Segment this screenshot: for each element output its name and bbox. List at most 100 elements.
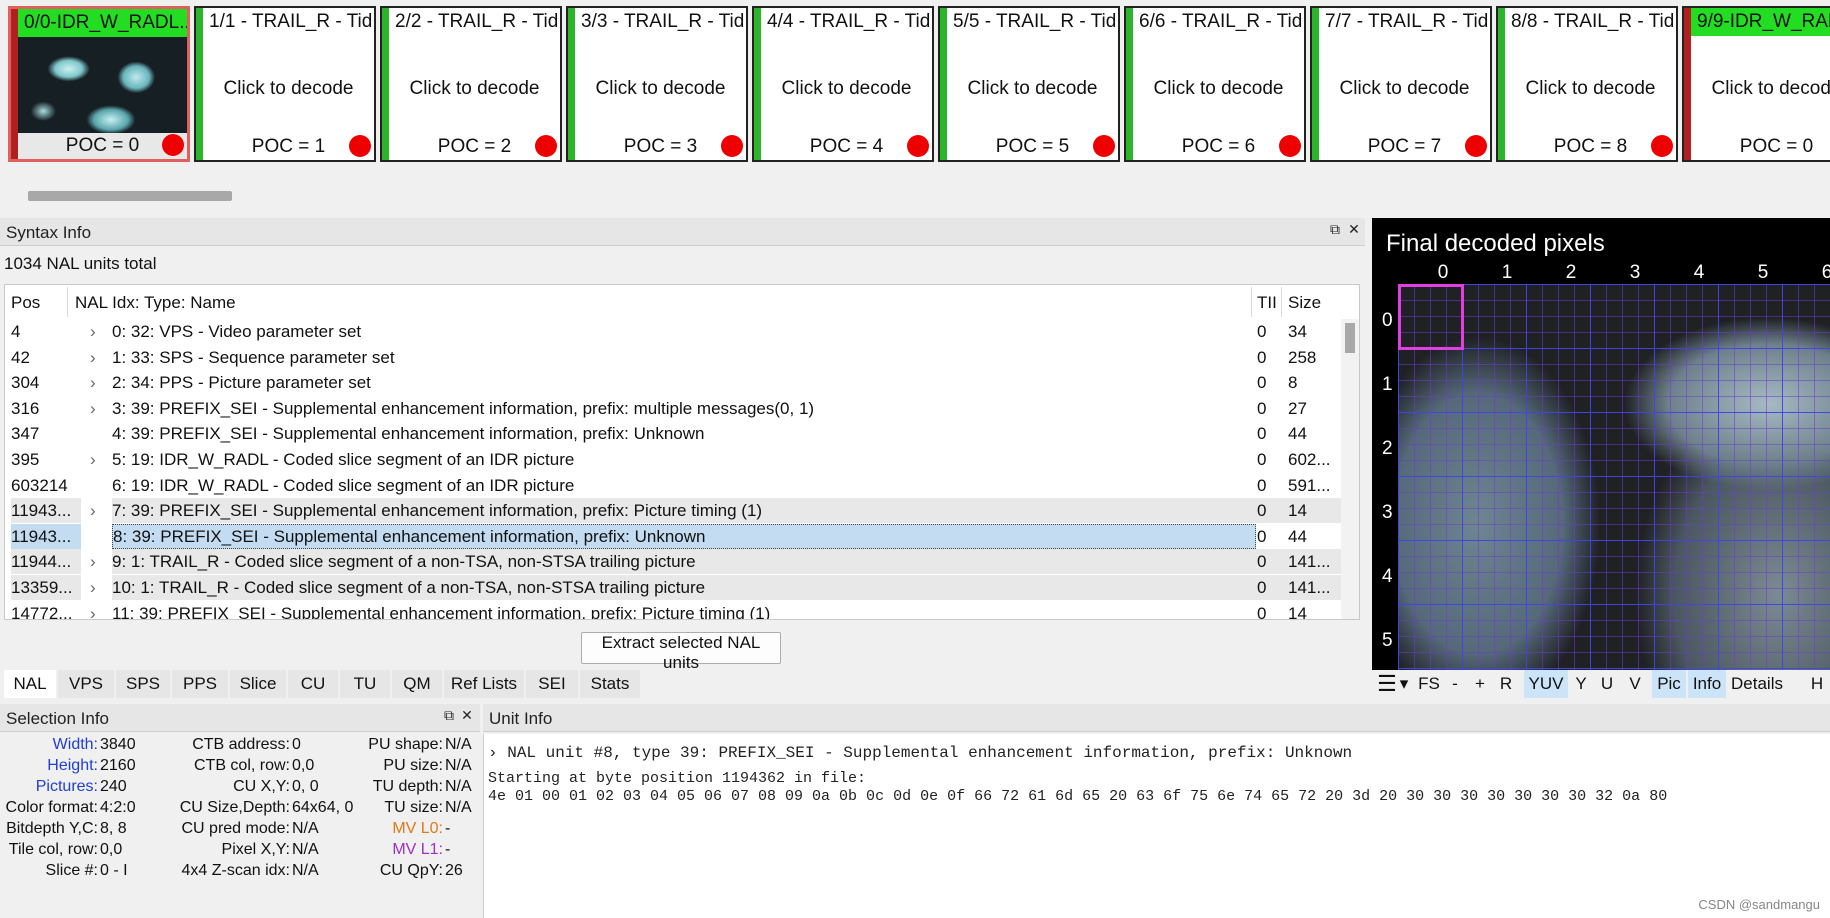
table-row[interactable]: 14772... › 11: 39: PREFIX_SEI - Supplement…	[5, 601, 1341, 619]
table-row[interactable]: 4 › 0: 32: VPS - Video parameter set 0 34	[5, 319, 1341, 344]
zoom-in-button[interactable]: +	[1472, 670, 1488, 698]
table-row[interactable]: 347 4: 39: PREFIX_SEI - Supplemental enha…	[5, 421, 1341, 446]
table-row[interactable]: 395 › 5: 19: IDR_W_RADL - Coded slice segm…	[5, 447, 1341, 472]
tab-slice[interactable]: Slice	[230, 670, 286, 698]
cell-size: 14	[1288, 603, 1307, 620]
picture-thumbnail[interactable]: 0/0-IDR_W_RADL... POC = 0	[8, 6, 190, 162]
table-header: Pos NAL Idx: Type: Name TII Size	[5, 285, 1359, 319]
strip-horizontal-scrollbar[interactable]	[0, 184, 1830, 208]
h-toggle[interactable]: H	[1810, 670, 1824, 698]
field-label: CTB col, row:	[193, 757, 290, 774]
scrollbar-thumb[interactable]	[28, 191, 232, 201]
picture-thumbnail[interactable]: 9/9-IDR_W_RADL Click to decode POC = 0	[1682, 6, 1830, 162]
field-label: Height:	[47, 757, 98, 774]
click-to-decode-label: Click to decode	[1525, 78, 1656, 99]
field-value: N/A	[292, 841, 319, 858]
y-channel-toggle[interactable]: Y	[1574, 670, 1588, 698]
field-value: N/A	[292, 862, 319, 879]
picture-thumbnail[interactable]: 7/7 - TRAIL_R - Tid 0 Click to decode POC …	[1310, 6, 1492, 162]
table-row[interactable]: 11943... 8: 39: PREFIX_SEI - Supplemental…	[5, 523, 1341, 549]
tab-tu[interactable]: TU	[340, 670, 390, 698]
picture-thumbnail[interactable]: 2/2 - TRAIL_R - Tid 0 Click to decode POC …	[380, 6, 562, 162]
table-row[interactable]: 304 › 2: 34: PPS - Picture parameter set 0 8	[5, 370, 1341, 395]
column-header-size[interactable]: Size	[1288, 293, 1321, 313]
table-row[interactable]: 42 › 1: 33: SPS - Sequence parameter set 0 2…	[5, 345, 1341, 370]
expand-chevron-icon[interactable]: ›	[90, 549, 104, 574]
unit-info-dock: Unit Info › NAL unit #8, type 39: PREFIX…	[483, 704, 1830, 918]
column-header-tid[interactable]: TII	[1257, 293, 1277, 313]
info-toggle[interactable]: Info	[1688, 670, 1726, 698]
picture-thumbnail[interactable]: 6/6 - TRAIL_R - Tid 0 Click to decode POC …	[1124, 6, 1306, 162]
picture-thumbnail[interactable]: 8/8 - TRAIL_R - Tid 0 Click to decode POC …	[1496, 6, 1678, 162]
unit-info-body[interactable]: › NAL unit #8, type 39: PREFIX_SEI - Sup…	[483, 734, 1830, 918]
tab-stats[interactable]: Stats	[580, 670, 640, 698]
float-dock-icon[interactable]: ⧉	[440, 707, 458, 727]
v-channel-toggle[interactable]: V	[1628, 670, 1642, 698]
scrollbar-thumb[interactable]	[1345, 323, 1355, 353]
fullscreen-button[interactable]: FS	[1416, 670, 1442, 698]
table-row[interactable]: 603214 6: 19: IDR_W_RADL - Coded slice se…	[5, 473, 1341, 498]
picture-thumbnail[interactable]: 1/1 - TRAIL_R - Tid 0 Click to decode POC …	[194, 6, 376, 162]
expand-chevron-icon[interactable]: ›	[90, 319, 104, 344]
field-value: -	[445, 820, 451, 837]
frame-type-stripe	[1312, 8, 1319, 160]
unit-hex-bytes: 4e 01 00 01 02 03 04 05 06 07 08 09 0a 0…	[488, 788, 1668, 805]
x-tick-label: 1	[1501, 262, 1513, 283]
expand-arrow-icon[interactable]: ›	[488, 744, 498, 762]
cell-pos: 11943...	[11, 498, 81, 524]
x-tick-label: 3	[1629, 262, 1641, 283]
tab-pps[interactable]: PPS	[172, 670, 228, 698]
table-row[interactable]: 11943... › 7: 39: PREFIX_SEI - Supplementa…	[5, 498, 1342, 524]
field-label: CTB address:	[192, 736, 290, 753]
expand-chevron-icon[interactable]: ›	[90, 498, 104, 523]
table-row[interactable]: 13359... › 10: 1: TRAIL_R - Coded slice se…	[5, 575, 1342, 600]
cell-tid: 0	[1257, 501, 1267, 521]
picture-thumbnail[interactable]: 3/3 - TRAIL_R - Tid 0 Click to decode POC …	[566, 6, 748, 162]
cell-pos: 13359...	[11, 575, 81, 600]
unit-info-header[interactable]: › NAL unit #8, type 39: PREFIX_SEI - Sup…	[488, 744, 1352, 762]
decoded-picture-view[interactable]: Final decoded pixels 0 1 2 3 4 5 6 0 1 2 3 4 5	[1372, 218, 1830, 670]
tab-sei[interactable]: SEI	[526, 670, 578, 698]
tab-ref-lists[interactable]: Ref Lists	[444, 670, 524, 698]
frame-type-stripe	[1498, 8, 1505, 160]
u-channel-toggle[interactable]: U	[1600, 670, 1614, 698]
cell-pos: 4	[11, 322, 21, 341]
menu-icon[interactable]: ☰	[1376, 670, 1398, 698]
expand-chevron-icon[interactable]: ›	[90, 396, 104, 421]
expand-chevron-icon[interactable]: ›	[90, 345, 104, 370]
table-vertical-scrollbar[interactable]	[1341, 319, 1359, 619]
frame-type-stripe	[940, 8, 947, 160]
column-header-pos[interactable]: Pos	[11, 293, 40, 313]
details-toggle[interactable]: Details	[1730, 670, 1784, 698]
tab-nal[interactable]: NAL	[4, 670, 56, 698]
yuv-toggle[interactable]: YUV	[1524, 670, 1568, 698]
decoded-picture[interactable]	[1398, 284, 1830, 670]
cell-tid: 0	[1257, 526, 1267, 546]
pic-toggle[interactable]: Pic	[1652, 670, 1686, 698]
reset-zoom-button[interactable]: R	[1498, 670, 1514, 698]
expand-chevron-icon[interactable]: ›	[90, 447, 104, 472]
picture-thumbnail[interactable]: 5/5 - TRAIL_R - Tid 0 Click to decode POC …	[938, 6, 1120, 162]
expand-chevron-icon[interactable]: ›	[90, 370, 104, 395]
expand-chevron-icon[interactable]: ›	[90, 575, 104, 600]
table-row[interactable]: 11944... › 9: 1: TRAIL_R - Coded slice seg…	[5, 549, 1342, 575]
column-header-name[interactable]: NAL Idx: Type: Name	[75, 293, 236, 313]
chevron-down-icon[interactable]: ▾	[1398, 670, 1410, 698]
close-dock-icon[interactable]: ✕	[1345, 221, 1363, 241]
field-label: CU pred mode:	[181, 820, 291, 837]
frame-type-stripe	[568, 8, 575, 160]
nal-units-table[interactable]: Pos NAL Idx: Type: Name TII Size 4 › 0: 32…	[4, 284, 1360, 620]
tab-cu[interactable]: CU	[288, 670, 338, 698]
close-dock-icon[interactable]: ✕	[458, 707, 476, 727]
expand-chevron-icon[interactable]: ›	[90, 601, 104, 619]
picture-thumbnail[interactable]: 4/4 - TRAIL_R - Tid 0 Click to decode POC …	[752, 6, 934, 162]
extract-nal-units-button[interactable]: Extract selected NAL units	[581, 632, 781, 672]
tab-vps[interactable]: VPS	[58, 670, 114, 698]
zoom-out-button[interactable]: -	[1448, 670, 1462, 698]
float-dock-icon[interactable]: ⧉	[1326, 221, 1344, 241]
tab-sps[interactable]: SPS	[116, 670, 170, 698]
unit-info-titlebar: Unit Info	[483, 704, 1830, 732]
tab-qm[interactable]: QM	[392, 670, 442, 698]
field-value: N/A	[445, 778, 472, 795]
table-row[interactable]: 316 › 3: 39: PREFIX_SEI - Supplemental enh…	[5, 396, 1341, 421]
